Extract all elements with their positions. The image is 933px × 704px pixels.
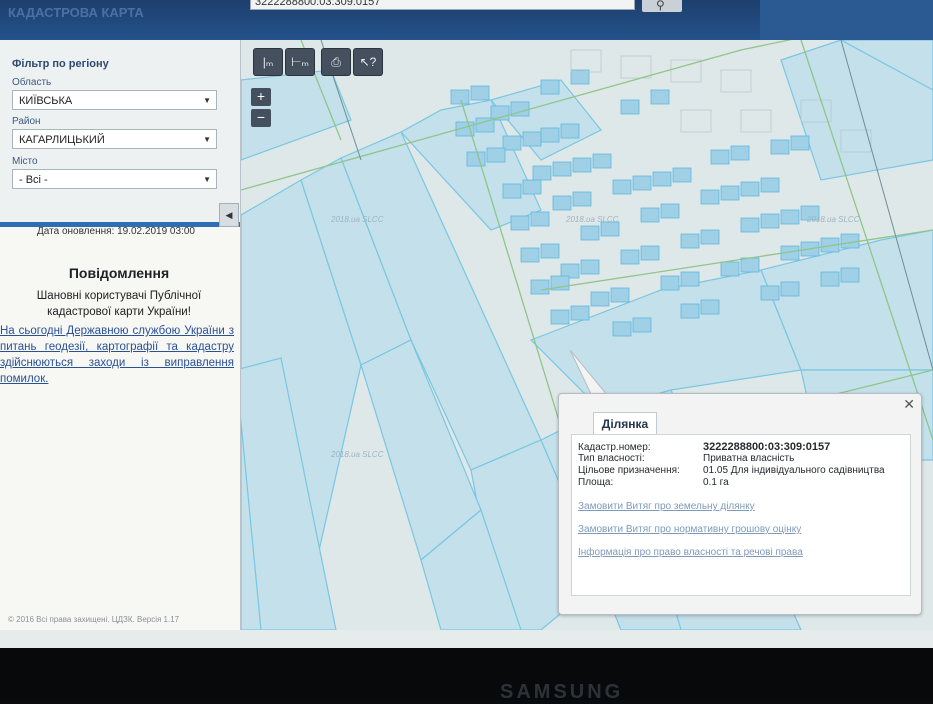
zoom-in-button[interactable]: + (251, 88, 271, 106)
sidebar: Фільтр по регіону Область КИЇВСЬКА ▼ Райо… (0, 40, 241, 630)
search-icon: ⚲ (656, 0, 665, 12)
area-label: Площа: (578, 477, 614, 488)
parcel-popup: ✕ Ділянка Кадастр.номер: 3222288800:03:30… (558, 393, 922, 615)
popup-pointer (570, 350, 610, 397)
order-valuation-link[interactable]: Замовити Витяг про нормативну грошову оц… (578, 524, 801, 535)
district-select-value: КАГАРЛИЦЬКИЙ (19, 134, 105, 146)
area-row: Площа: 0.1 га (578, 477, 729, 488)
ruler-icon: |ₘ (262, 55, 274, 69)
chevron-left-icon: ◀ (225, 210, 233, 220)
app-logo-text: КАДАСТРОВА КАРТА (8, 5, 144, 20)
close-icon[interactable]: ✕ (903, 396, 915, 413)
screen: КАДАСТРОВА КАРТА 3222288800:03:309:0157 … (0, 0, 933, 648)
parcel-info: Кадастр.номер: 3222288800:03:309:0157 Тип… (571, 434, 911, 596)
monitor-brand: SAMSUNG (500, 681, 624, 703)
district-label: Район (12, 116, 41, 127)
map-watermark: 2018.ua SLCC (807, 215, 860, 224)
zoom-out-button[interactable]: − (251, 109, 271, 127)
ownership-value: Приватна власність (703, 453, 795, 464)
purpose-row: Цільове призначення: 01.05 Для індивідуал… (578, 465, 885, 476)
monitor-bezel (0, 648, 933, 700)
search-button[interactable]: ⚲ (642, 0, 682, 12)
printer-icon: ⎙ (331, 55, 341, 69)
notice-greeting: Шановні користувачі Публічної кадастрово… (36, 290, 202, 318)
app-header: КАДАСТРОВА КАРТА 3222288800:03:309:0157 … (0, 0, 933, 40)
notice-title: Повідомлення (68, 265, 170, 281)
ownership-row: Тип власності: Приватна власність (578, 453, 794, 464)
purpose-value: 01.05 Для індивідуального садівництва (703, 465, 885, 476)
city-select-value: - Всі - (19, 174, 48, 186)
tab-parcel[interactable]: Ділянка (593, 412, 657, 435)
chevron-down-icon: ▼ (203, 135, 211, 144)
area-measure-icon: ⊢ₘ (291, 55, 309, 69)
chevron-down-icon: ▼ (203, 175, 211, 184)
cadastral-row: Кадастр.номер: 3222288800:03:309:0157 (578, 441, 830, 453)
district-select[interactable]: КАГАРЛИЦЬКИЙ ▼ (12, 129, 217, 149)
city-label: Місто (12, 156, 38, 167)
purpose-label: Цільове призначення: (578, 465, 680, 476)
region-select-value: КИЇВСЬКА (19, 95, 73, 107)
region-label: Область (12, 77, 52, 88)
print-button[interactable]: ⎙ (321, 48, 351, 76)
measure-distance-button[interactable]: |ₘ (253, 48, 283, 76)
chevron-down-icon: ▼ (203, 96, 211, 105)
header-right-panel (760, 0, 933, 40)
ownership-label: Тип власності: (578, 453, 645, 464)
ownership-info-link[interactable]: Інформація про право власності та речові… (578, 547, 803, 558)
pointer-help-icon: ↖? (359, 55, 377, 69)
region-filter: Фільтр по регіону Область КИЇВСЬКА ▼ Райо… (0, 40, 240, 222)
copyright: © 2016 Всі права захищені. ЦДЗК. Версія … (8, 615, 180, 624)
region-select[interactable]: КИЇВСЬКА ▼ (12, 90, 217, 110)
filter-title: Фільтр по регіону (12, 58, 109, 70)
map-watermark: 2018.ua SLCC (566, 215, 619, 224)
order-extract-link[interactable]: Замовити Витяг про земельну ділянку (578, 501, 755, 512)
cadastral-value: 3222288800:03:309:0157 (703, 441, 831, 453)
collapse-sidebar-button[interactable]: ◀ (219, 203, 239, 227)
map-watermark: 2018.ua SLCC (331, 215, 384, 224)
search-input[interactable]: 3222288800:03:309:0157 (250, 0, 635, 10)
notice-link[interactable]: На сьогодні Державною службою України з … (0, 323, 238, 387)
cadastral-label: Кадастр.номер: (578, 442, 651, 453)
city-select[interactable]: - Всі - ▼ (12, 169, 217, 189)
map-watermark: 2018.ua SLCC (331, 450, 384, 459)
notice-panel: Повідомлення Шановні користувачі Публічн… (0, 265, 238, 387)
update-date: Дата оновлення: 19.02.2019 03:00 (37, 226, 195, 237)
identify-button[interactable]: ↖? (353, 48, 383, 76)
area-value: 0.1 га (703, 477, 729, 488)
measure-area-button[interactable]: ⊢ₘ (285, 48, 315, 76)
